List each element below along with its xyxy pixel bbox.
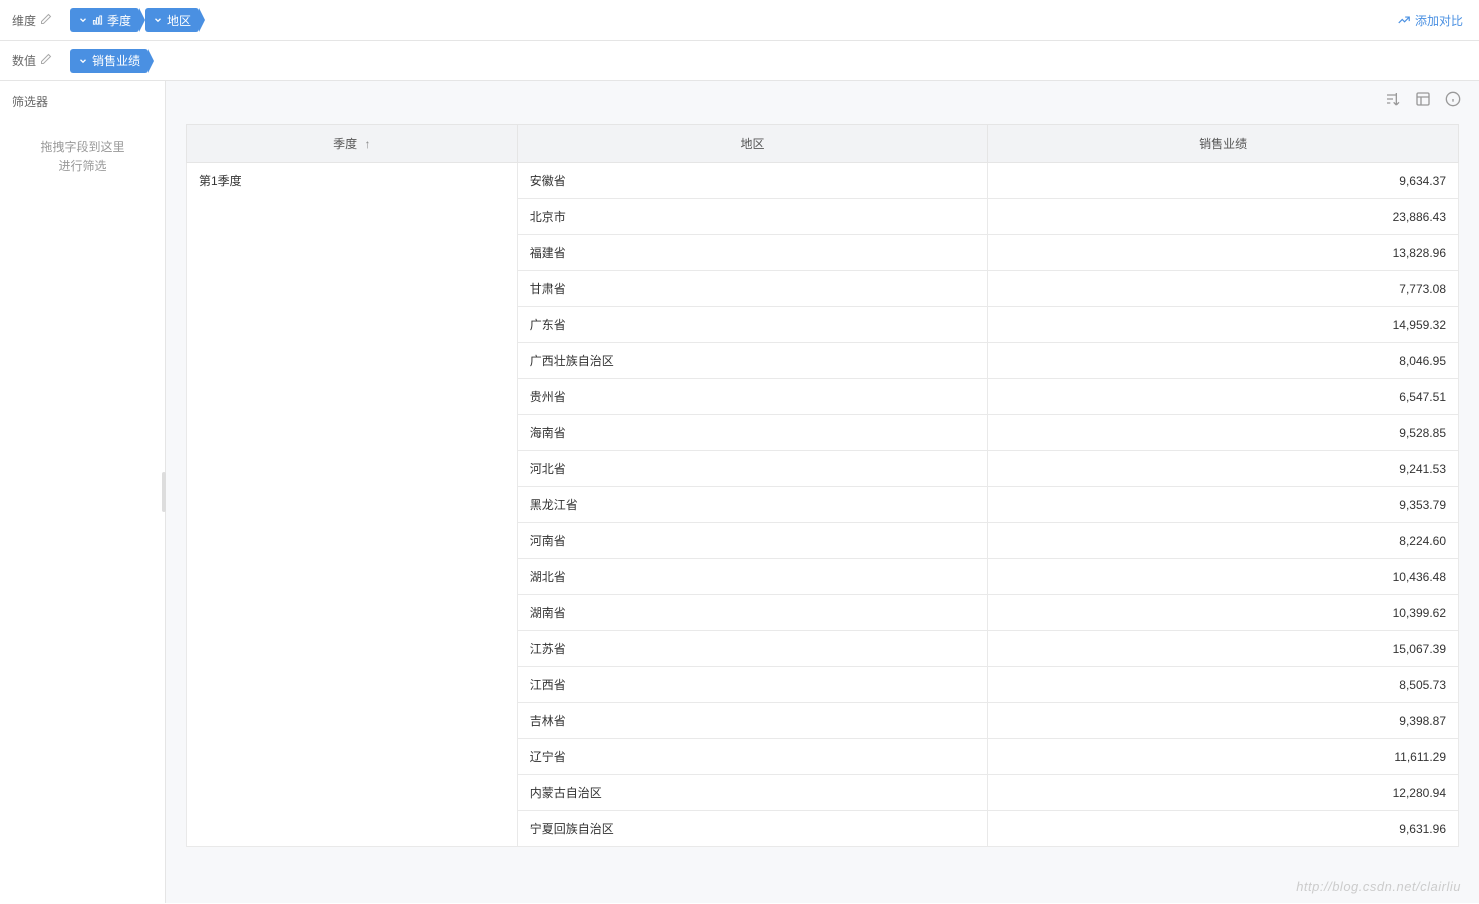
- cell-value: 11,611.29: [988, 739, 1459, 775]
- data-table-wrap: 季度 ↑ 地区 销售业绩 第1季度安徽省9,634.37北京市23,886.43…: [186, 124, 1459, 847]
- cell-region: 安徽省: [517, 163, 988, 199]
- cell-region: 海南省: [517, 415, 988, 451]
- pill-arrow: [199, 8, 205, 32]
- header-quarter-label: 季度: [333, 137, 357, 151]
- info-icon[interactable]: [1445, 91, 1461, 110]
- chevron-down-icon: [78, 56, 88, 66]
- value-pills: 销售业绩: [64, 49, 148, 73]
- field-pill[interactable]: 季度: [70, 8, 139, 32]
- cell-region: 广西壮族自治区: [517, 343, 988, 379]
- cell-region: 河北省: [517, 451, 988, 487]
- cell-value: 8,505.73: [988, 667, 1459, 703]
- cell-value: 9,634.37: [988, 163, 1459, 199]
- pill-label: 地区: [167, 12, 191, 29]
- header-quarter[interactable]: 季度 ↑: [187, 125, 518, 163]
- cell-value: 7,773.08: [988, 271, 1459, 307]
- cell-value: 8,224.60: [988, 523, 1459, 559]
- content-toolbar: [166, 81, 1479, 116]
- bar-chart-icon: [92, 15, 103, 26]
- cell-region: 宁夏回族自治区: [517, 811, 988, 847]
- cell-quarter: 第1季度: [187, 163, 518, 847]
- dimension-pills: 季度 地区: [64, 8, 199, 32]
- add-compare-button[interactable]: 添加对比: [1397, 12, 1463, 29]
- sort-arrow-up-icon: ↑: [365, 137, 371, 151]
- cell-region: 内蒙古自治区: [517, 775, 988, 811]
- filter-placeholder-line1: 拖拽字段到这里: [12, 138, 153, 157]
- content-area: 季度 ↑ 地区 销售业绩 第1季度安徽省9,634.37北京市23,886.43…: [166, 81, 1479, 903]
- cell-value: 9,528.85: [988, 415, 1459, 451]
- header-region[interactable]: 地区: [517, 125, 988, 163]
- add-compare-icon: [1397, 13, 1411, 27]
- data-table: 季度 ↑ 地区 销售业绩 第1季度安徽省9,634.37北京市23,886.43…: [186, 124, 1459, 847]
- cell-region: 河南省: [517, 523, 988, 559]
- cell-region: 湖南省: [517, 595, 988, 631]
- cell-value: 15,067.39: [988, 631, 1459, 667]
- cell-value: 8,046.95: [988, 343, 1459, 379]
- dimension-label: 维度: [12, 12, 64, 29]
- cell-value: 10,399.62: [988, 595, 1459, 631]
- cell-region: 江西省: [517, 667, 988, 703]
- sidebar-resize-handle[interactable]: [162, 472, 166, 512]
- table-body: 第1季度安徽省9,634.37北京市23,886.43福建省13,828.96甘…: [187, 163, 1459, 847]
- edit-icon[interactable]: [40, 13, 52, 28]
- cell-value: 9,353.79: [988, 487, 1459, 523]
- pill-arrow: [148, 49, 154, 73]
- chevron-down-icon: [153, 15, 163, 25]
- cell-value: 23,886.43: [988, 199, 1459, 235]
- cell-value: 13,828.96: [988, 235, 1459, 271]
- filter-placeholder-line2: 进行筛选: [12, 157, 153, 176]
- dimension-row: 维度 季度 地区 添加对比: [0, 0, 1479, 40]
- value-row: 数值 销售业绩: [0, 40, 1479, 80]
- cell-region: 吉林省: [517, 703, 988, 739]
- cell-value: 14,959.32: [988, 307, 1459, 343]
- cell-region: 辽宁省: [517, 739, 988, 775]
- value-label-text: 数值: [12, 52, 36, 69]
- field-pill[interactable]: 销售业绩: [70, 49, 148, 73]
- cell-region: 黑龙江省: [517, 487, 988, 523]
- pill-label: 销售业绩: [92, 52, 140, 69]
- cell-value: 12,280.94: [988, 775, 1459, 811]
- sort-icon[interactable]: [1385, 91, 1401, 110]
- value-label: 数值: [12, 52, 64, 69]
- edit-icon[interactable]: [40, 53, 52, 68]
- dimension-label-text: 维度: [12, 12, 36, 29]
- cell-value: 10,436.48: [988, 559, 1459, 595]
- field-pill[interactable]: 地区: [145, 8, 199, 32]
- cell-region: 湖北省: [517, 559, 988, 595]
- cell-value: 6,547.51: [988, 379, 1459, 415]
- chevron-down-icon: [78, 15, 88, 25]
- cell-value: 9,631.96: [988, 811, 1459, 847]
- header-value[interactable]: 销售业绩: [988, 125, 1459, 163]
- cell-region: 北京市: [517, 199, 988, 235]
- top-bar: 维度 季度 地区 添加对比 数值 销售业绩: [0, 0, 1479, 81]
- filter-sidebar: 筛选器 拖拽字段到这里 进行筛选: [0, 81, 166, 903]
- cell-region: 贵州省: [517, 379, 988, 415]
- cell-value: 9,398.87: [988, 703, 1459, 739]
- settings-icon[interactable]: [1415, 91, 1431, 110]
- pill-label: 季度: [107, 12, 131, 29]
- table-header-row: 季度 ↑ 地区 销售业绩: [187, 125, 1459, 163]
- cell-region: 江苏省: [517, 631, 988, 667]
- cell-region: 甘肃省: [517, 271, 988, 307]
- table-row[interactable]: 第1季度安徽省9,634.37: [187, 163, 1459, 199]
- main-area: 筛选器 拖拽字段到这里 进行筛选 季: [0, 81, 1479, 903]
- filter-placeholder[interactable]: 拖拽字段到这里 进行筛选: [12, 138, 153, 176]
- cell-region: 福建省: [517, 235, 988, 271]
- cell-region: 广东省: [517, 307, 988, 343]
- cell-value: 9,241.53: [988, 451, 1459, 487]
- filter-title: 筛选器: [12, 93, 153, 110]
- add-compare-label: 添加对比: [1415, 12, 1463, 29]
